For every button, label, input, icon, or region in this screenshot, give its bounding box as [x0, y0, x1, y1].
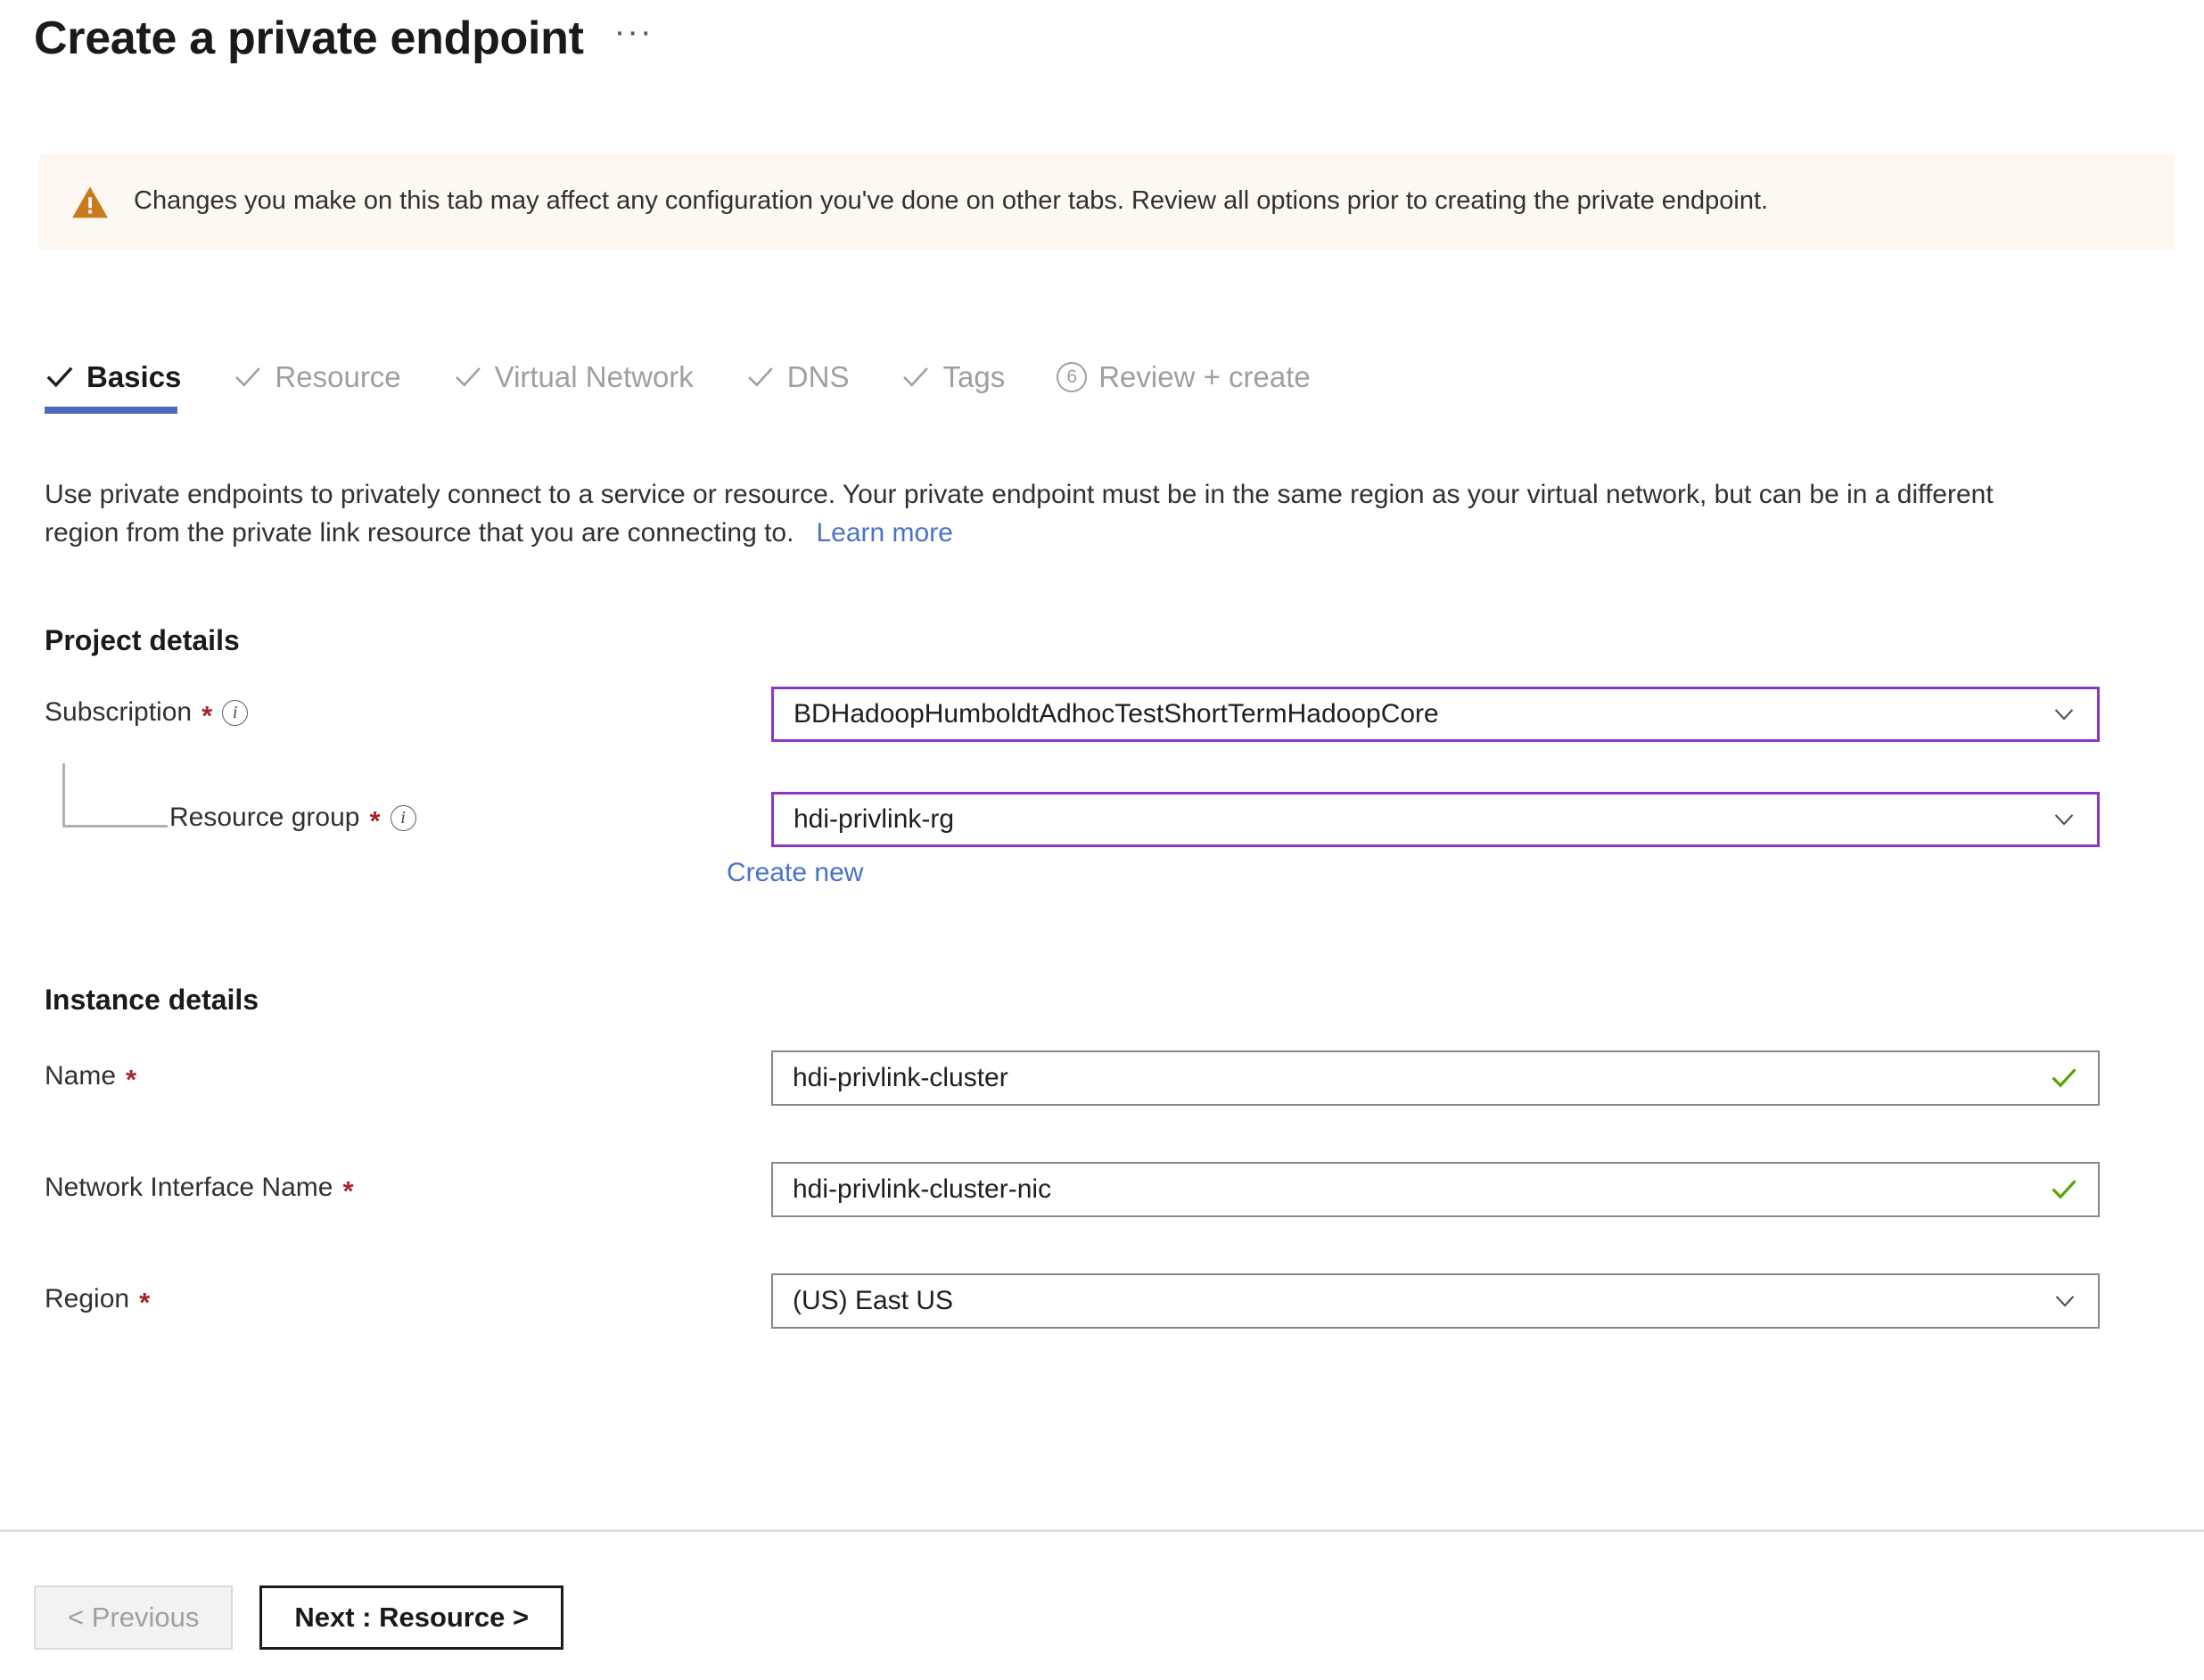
warning-banner: Changes you make on this tab may affect …	[39, 153, 2175, 250]
required-asterisk: *	[342, 1174, 354, 1206]
network-interface-name-label-text: Network Interface Name	[45, 1173, 333, 1202]
subscription-dropdown[interactable]: BDHadoopHumboldtAdhocTestShortTermHadoop…	[771, 687, 2100, 742]
subscription-row: Subscription * i BDHadoopHumboldtAdhocTe…	[45, 687, 2140, 742]
chevron-down-icon	[2054, 709, 2074, 721]
required-asterisk: *	[139, 1286, 151, 1318]
valid-check-icon	[2052, 1068, 2077, 1088]
check-icon	[235, 367, 261, 387]
page-title: Create a private endpoint	[34, 12, 584, 64]
chevron-down-icon	[2055, 1296, 2075, 1307]
step-number-badge: 6	[1057, 362, 1088, 392]
blade-description: Use private endpoints to privately conne…	[45, 476, 2033, 553]
tab-label: Basics	[86, 360, 182, 393]
previous-button[interactable]: < Previous	[34, 1585, 234, 1650]
subscription-label: Subscription * i	[45, 687, 249, 731]
create-new-resource-group-link[interactable]: Create new	[727, 858, 863, 888]
warning-triangle-icon	[70, 182, 111, 223]
resource-group-value: hdi-privlink-rg	[794, 804, 955, 834]
tab-virtual-network[interactable]: Virtual Network	[453, 360, 694, 414]
tab-review-create[interactable]: 6 Review + create	[1057, 360, 1311, 414]
more-options-icon[interactable]: ···	[614, 15, 654, 63]
resource-group-label: Resource group * i	[169, 792, 416, 836]
tab-tags[interactable]: Tags	[901, 360, 1005, 414]
name-label-text: Name	[45, 1061, 117, 1091]
tab-dns[interactable]: DNS	[745, 360, 850, 414]
title-row: Create a private endpoint ···	[34, 12, 654, 66]
tab-label: DNS	[786, 360, 850, 393]
region-dropdown[interactable]: (US) East US	[771, 1273, 2100, 1329]
required-asterisk: *	[126, 1063, 137, 1095]
chevron-down-icon	[2054, 814, 2074, 826]
next-resource-button[interactable]: Next : Resource >	[259, 1585, 564, 1650]
tab-label: Resource	[275, 360, 401, 393]
tab-label: Tags	[942, 360, 1006, 393]
info-icon[interactable]: i	[222, 699, 249, 726]
warning-banner-text: Changes you make on this tab may affect …	[134, 186, 1769, 216]
check-icon	[46, 366, 73, 388]
network-interface-name-input[interactable]: hdi-privlink-cluster-nic	[771, 1162, 2100, 1217]
network-interface-name-row: Network Interface Name * hdi-privlink-cl…	[45, 1162, 2140, 1217]
tab-label: Review + create	[1098, 360, 1311, 393]
check-icon	[455, 367, 481, 387]
region-label-text: Region	[45, 1284, 130, 1314]
name-input[interactable]: hdi-privlink-cluster	[771, 1050, 2100, 1106]
required-asterisk: *	[369, 804, 381, 836]
region-row: Region * (US) East US	[45, 1273, 2140, 1329]
region-value: (US) East US	[793, 1286, 954, 1315]
name-label: Name *	[45, 1050, 137, 1095]
description-text: Use private endpoints to privately conne…	[45, 480, 1994, 548]
resource-group-row: Resource group * i hdi-privlink-rg	[45, 792, 2140, 847]
required-asterisk: *	[201, 699, 213, 731]
valid-check-icon	[2052, 1180, 2077, 1199]
network-interface-name-label: Network Interface Name *	[45, 1162, 354, 1206]
resource-group-dropdown[interactable]: hdi-privlink-rg	[771, 792, 2100, 847]
check-icon	[903, 367, 929, 387]
network-interface-name-value: hdi-privlink-cluster-nic	[793, 1174, 1052, 1204]
footer-actions: < Previous Next : Resource >	[34, 1585, 564, 1650]
check-icon	[747, 367, 773, 387]
name-value: hdi-privlink-cluster	[793, 1063, 1008, 1092]
instance-details-heading: Instance details	[45, 984, 259, 1016]
subscription-label-text: Subscription	[45, 697, 193, 727]
tab-resource[interactable]: Resource	[233, 360, 401, 414]
name-row: Name * hdi-privlink-cluster	[45, 1050, 2140, 1106]
learn-more-link[interactable]: Learn more	[816, 518, 952, 548]
project-details-heading: Project details	[45, 624, 240, 656]
create-private-endpoint-blade: Create a private endpoint ··· Changes yo…	[0, 0, 2204, 1680]
footer-divider	[0, 1529, 2204, 1532]
tab-label: Virtual Network	[494, 360, 694, 393]
region-label: Region *	[45, 1273, 151, 1318]
tab-basics[interactable]: Basics	[45, 360, 181, 414]
subscription-value: BDHadoopHumboldtAdhocTestShortTermHadoop…	[794, 699, 1439, 729]
resource-group-label-text: Resource group	[169, 803, 360, 832]
info-icon[interactable]: i	[390, 804, 416, 831]
wizard-tabs: Basics Resource Virtual Network DNS Tags	[45, 360, 1362, 414]
